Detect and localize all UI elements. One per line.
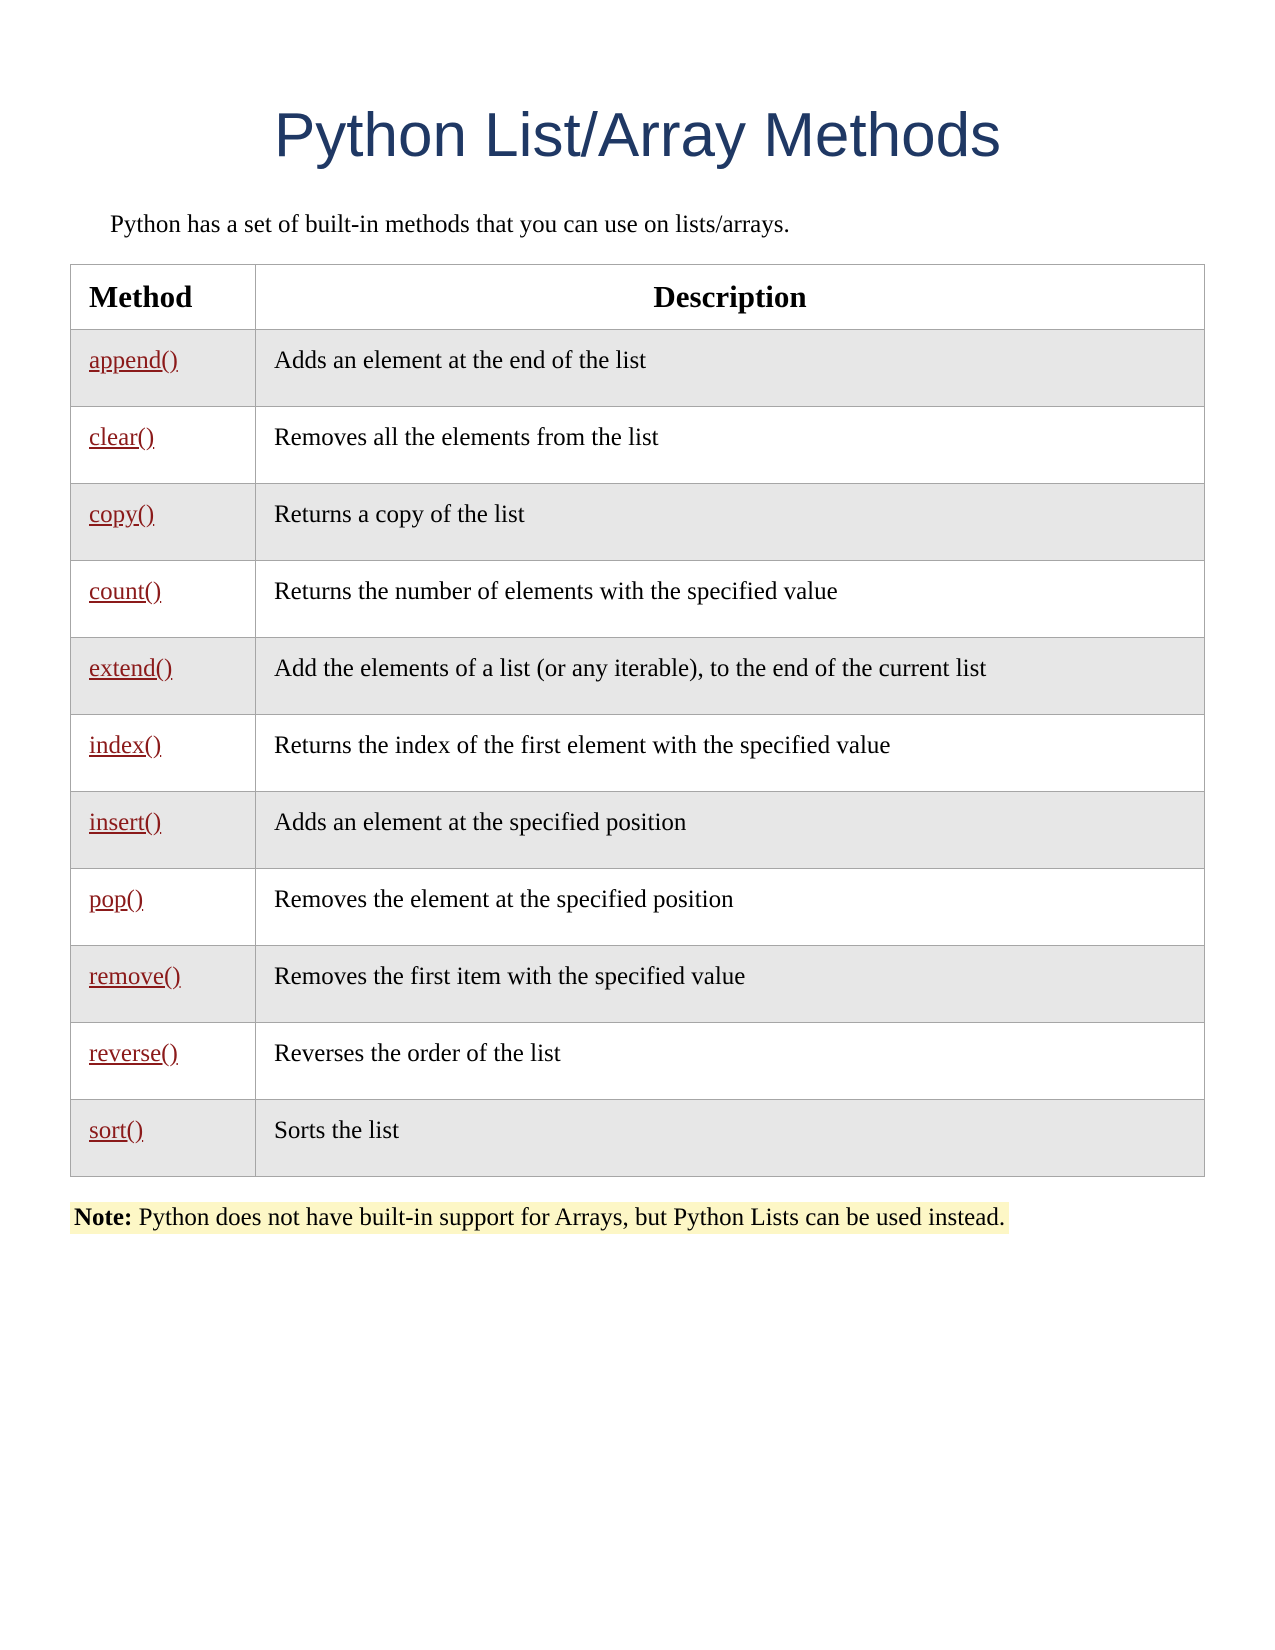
column-header-method: Method bbox=[71, 265, 256, 330]
method-description: Add the elements of a list (or any itera… bbox=[274, 655, 986, 682]
method-link-remove[interactable]: remove() bbox=[89, 963, 181, 990]
methods-table: Method Description append() Adds an elem… bbox=[70, 264, 1205, 1177]
table-row: index() Returns the index of the first e… bbox=[71, 715, 1205, 792]
method-link-count[interactable]: count() bbox=[89, 578, 161, 605]
note-callout: Note: Python does not have built-in supp… bbox=[70, 1202, 1009, 1234]
table-row: count() Returns the number of elements w… bbox=[71, 561, 1205, 638]
method-link-append[interactable]: append() bbox=[89, 347, 178, 374]
note-label: Note: bbox=[74, 1204, 132, 1231]
intro-text: Python has a set of built-in methods tha… bbox=[110, 211, 1205, 239]
method-description: Returns a copy of the list bbox=[274, 501, 525, 528]
method-link-insert[interactable]: insert() bbox=[89, 809, 161, 836]
table-row: pop() Removes the element at the specifi… bbox=[71, 869, 1205, 946]
method-description: Sorts the list bbox=[274, 1117, 399, 1144]
column-header-description: Description bbox=[256, 265, 1205, 330]
method-link-sort[interactable]: sort() bbox=[89, 1117, 143, 1144]
method-description: Removes the first item with the specifie… bbox=[274, 963, 745, 990]
method-description: Adds an element at the end of the list bbox=[274, 347, 646, 374]
page-title: Python List/Array Methods bbox=[70, 100, 1205, 171]
method-link-reverse[interactable]: reverse() bbox=[89, 1040, 178, 1067]
method-description: Returns the index of the first element w… bbox=[274, 732, 890, 759]
table-row: copy() Returns a copy of the list bbox=[71, 484, 1205, 561]
table-row: remove() Removes the first item with the… bbox=[71, 946, 1205, 1023]
method-description: Removes all the elements from the list bbox=[274, 424, 659, 451]
method-link-pop[interactable]: pop() bbox=[89, 886, 143, 913]
method-description: Reverses the order of the list bbox=[274, 1040, 561, 1067]
table-row: append() Adds an element at the end of t… bbox=[71, 330, 1205, 407]
method-link-clear[interactable]: clear() bbox=[89, 424, 154, 451]
method-link-extend[interactable]: extend() bbox=[89, 655, 172, 682]
method-description: Removes the element at the specified pos… bbox=[274, 886, 734, 913]
table-row: extend() Add the elements of a list (or … bbox=[71, 638, 1205, 715]
method-link-index[interactable]: index() bbox=[89, 732, 161, 759]
note-text: Python does not have built-in support fo… bbox=[132, 1204, 1005, 1231]
table-row: clear() Removes all the elements from th… bbox=[71, 407, 1205, 484]
method-link-copy[interactable]: copy() bbox=[89, 501, 154, 528]
table-row: sort() Sorts the list bbox=[71, 1100, 1205, 1177]
method-description: Returns the number of elements with the … bbox=[274, 578, 838, 605]
table-row: reverse() Reverses the order of the list bbox=[71, 1023, 1205, 1100]
table-row: insert() Adds an element at the specifie… bbox=[71, 792, 1205, 869]
method-description: Adds an element at the specified positio… bbox=[274, 809, 686, 836]
